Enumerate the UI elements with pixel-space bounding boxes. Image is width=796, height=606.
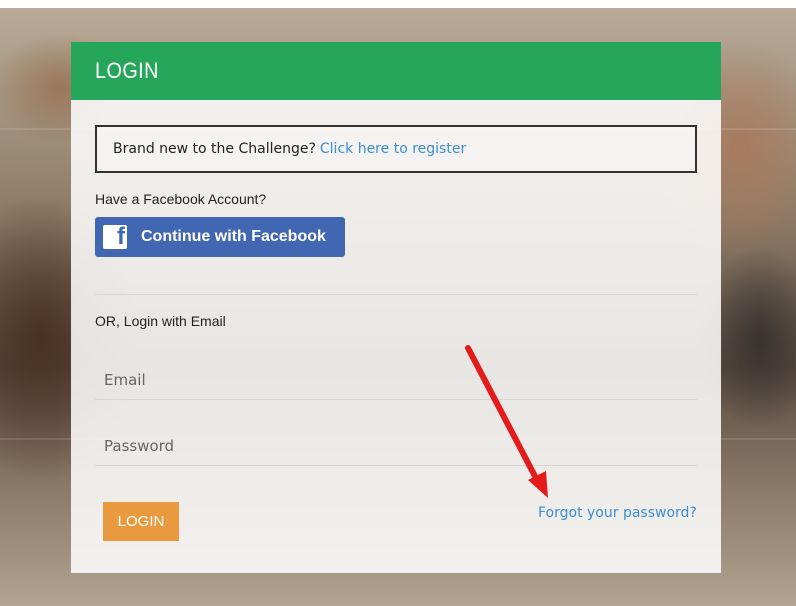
facebook-question: Have a Facebook Account? (95, 191, 267, 207)
facebook-icon: f (103, 225, 127, 249)
divider (95, 294, 697, 295)
register-notice-text: Brand new to the Challenge? (113, 141, 316, 157)
login-title: LOGIN (95, 58, 159, 83)
register-notice: Brand new to the Challenge? Click here t… (95, 125, 697, 173)
login-header: LOGIN (71, 42, 721, 100)
login-panel: LOGIN Brand new to the Challenge? Click … (71, 42, 721, 573)
email-input[interactable] (95, 360, 697, 400)
email-login-label: OR, Login with Email (95, 313, 226, 329)
forgot-password-link[interactable]: Forgot your password? (538, 505, 697, 521)
continue-with-facebook-button[interactable]: f Continue with Facebook (95, 217, 345, 257)
register-link[interactable]: Click here to register (320, 141, 466, 157)
password-input[interactable] (95, 426, 697, 466)
login-button[interactable]: LOGIN (103, 502, 179, 541)
facebook-button-label: Continue with Facebook (141, 228, 326, 245)
